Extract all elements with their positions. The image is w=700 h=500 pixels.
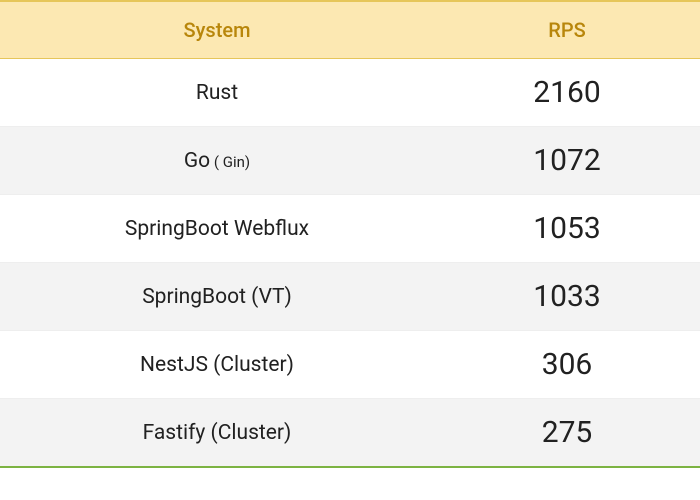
table-row: SpringBoot (VT)1033 [0, 263, 700, 331]
cell-rps: 1033 [434, 263, 700, 331]
cell-system: Go ( Gin) [0, 127, 434, 195]
cell-rps: 275 [434, 399, 700, 468]
table-row: SpringBoot Webflux1053 [0, 195, 700, 263]
cell-rps: 1053 [434, 195, 700, 263]
cell-rps: 2160 [434, 59, 700, 127]
table-header-row: System RPS [0, 1, 700, 59]
cell-rps: 1072 [434, 127, 700, 195]
cell-system: SpringBoot Webflux [0, 195, 434, 263]
table-body: Rust2160Go ( Gin)1072SpringBoot Webflux1… [0, 59, 700, 468]
table-row: NestJS (Cluster)306 [0, 331, 700, 399]
cell-system: SpringBoot (VT) [0, 263, 434, 331]
cell-system: NestJS (Cluster) [0, 331, 434, 399]
table-row: Go ( Gin)1072 [0, 127, 700, 195]
system-suffix: ( Gin) [210, 153, 250, 171]
cell-system: Rust [0, 59, 434, 127]
cell-system: Fastify (Cluster) [0, 399, 434, 468]
header-system: System [0, 1, 434, 59]
table-row: Fastify (Cluster)275 [0, 399, 700, 468]
rps-table: System RPS Rust2160Go ( Gin)1072SpringBo… [0, 0, 700, 468]
header-rps: RPS [434, 1, 700, 59]
cell-rps: 306 [434, 331, 700, 399]
table-row: Rust2160 [0, 59, 700, 127]
